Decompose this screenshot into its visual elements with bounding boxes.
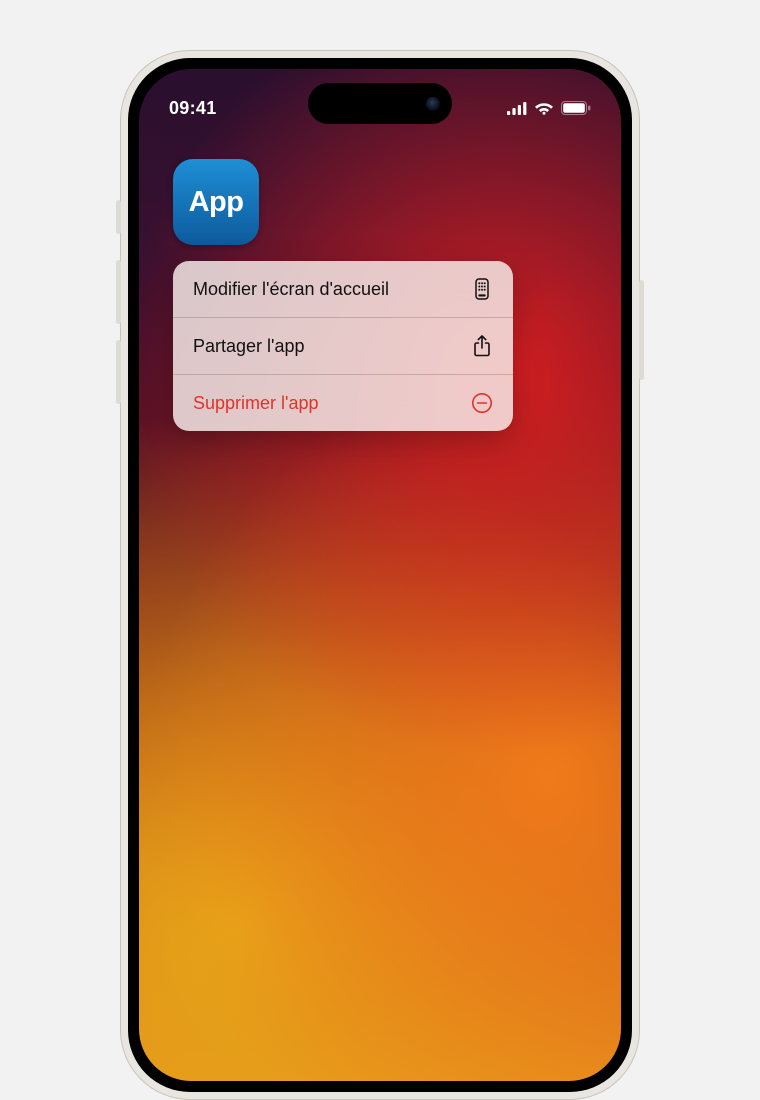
cellular-signal-icon xyxy=(507,102,527,115)
context-menu: Modifier l'écran d'accueil xyxy=(173,261,513,431)
homescreen-icon xyxy=(471,278,493,300)
share-icon xyxy=(471,335,493,357)
phone-frame: 09:41 xyxy=(120,50,640,1100)
side-button-volume-down xyxy=(116,340,121,404)
screen-bezel: 09:41 xyxy=(128,58,632,1092)
wifi-icon xyxy=(534,101,554,115)
status-bar: 09:41 xyxy=(139,69,621,129)
menu-item-delete-app[interactable]: Supprimer l'app xyxy=(173,374,513,431)
menu-item-share-app[interactable]: Partager l'app xyxy=(173,317,513,374)
side-button-power xyxy=(639,280,644,380)
status-icons xyxy=(507,101,591,115)
menu-item-label: Partager l'app xyxy=(193,336,305,357)
remove-circle-icon xyxy=(471,392,493,414)
status-time: 09:41 xyxy=(169,98,217,119)
menu-item-edit-home-screen[interactable]: Modifier l'écran d'accueil xyxy=(173,261,513,317)
home-screen[interactable]: 09:41 xyxy=(139,69,621,1081)
app-icon-label: App xyxy=(189,186,244,219)
side-button-silent xyxy=(116,200,121,234)
battery-icon xyxy=(561,101,591,115)
app-icon[interactable]: App xyxy=(173,159,259,245)
menu-item-label: Modifier l'écran d'accueil xyxy=(193,279,389,300)
side-button-volume-up xyxy=(116,260,121,324)
menu-item-label: Supprimer l'app xyxy=(193,393,319,414)
